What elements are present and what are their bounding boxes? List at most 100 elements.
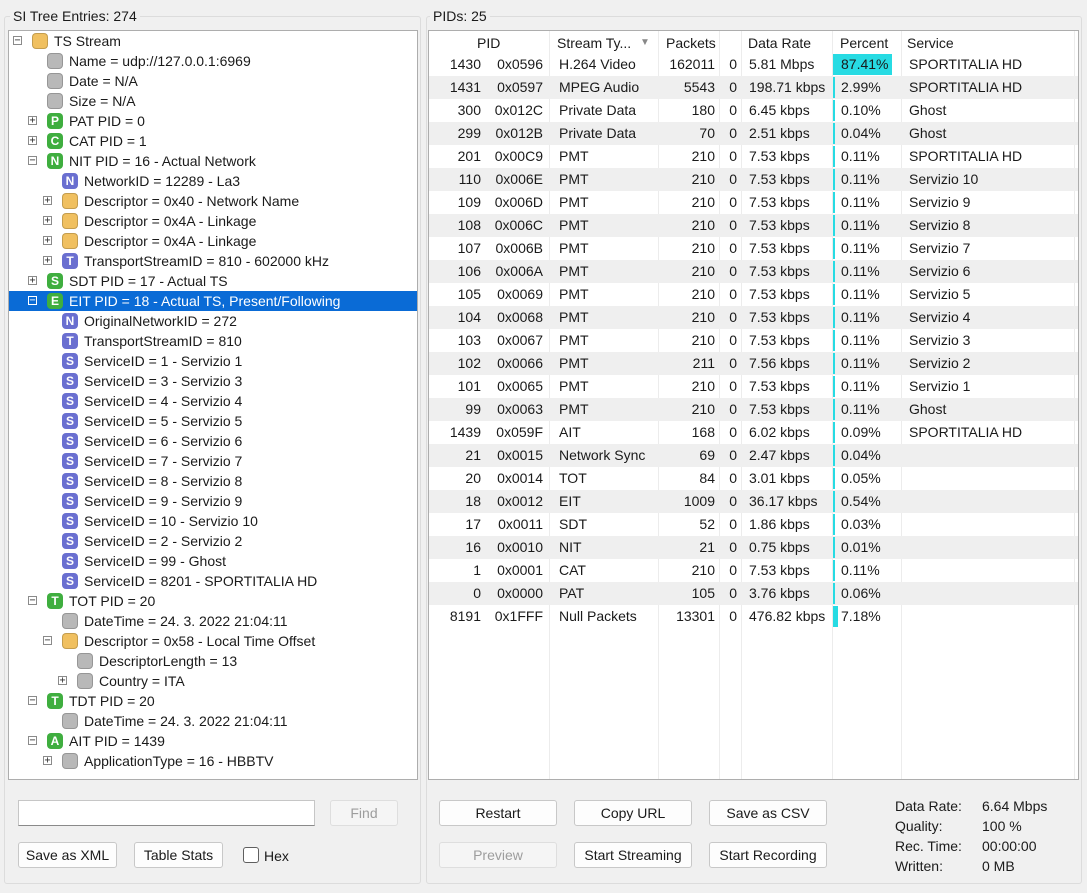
start-recording-button[interactable]: Start Recording — [709, 842, 827, 868]
expand-icon[interactable]: + — [43, 756, 52, 766]
table-row[interactable]: 201 0x00C9 PMT 210 0 7.53 kbps SPORTITALIA HD 0… — [429, 145, 1078, 168]
start-streaming-button[interactable]: Start Streaming — [574, 842, 692, 868]
expand-icon[interactable]: + — [43, 196, 52, 206]
expand-icon[interactable]: + — [43, 236, 52, 246]
collapse-icon[interactable]: − — [28, 696, 37, 706]
table-row[interactable]: 104 0x0068 PMT 210 0 7.53 kbps Servizio 4 0.11% — [429, 306, 1078, 329]
table-row[interactable]: 101 0x0065 PMT 210 0 7.53 kbps Servizio 1 0.11% — [429, 375, 1078, 398]
tree-node[interactable]: − E EIT PID = 18 - Actual TS, Present/Foll… — [9, 291, 417, 311]
tree-node[interactable]: N NetworkID = 12289 - La3 — [9, 171, 417, 191]
table-row[interactable]: 0 0x0000 PAT 105 0 3.76 kbps 0.06% — [429, 582, 1078, 605]
table-row[interactable]: 103 0x0067 PMT 210 0 7.53 kbps Servizio 3 0.11% — [429, 329, 1078, 352]
table-row[interactable]: 21 0x0015 Network Sync 69 0 2.47 kbps 0.04% — [429, 444, 1078, 467]
expand-icon[interactable]: + — [28, 116, 37, 126]
tree-node[interactable]: DateTime = 24. 3. 2022 21:04:11 — [9, 711, 417, 731]
tree-node[interactable]: S ServiceID = 9 - Servizio 9 — [9, 491, 417, 511]
tree-node[interactable]: − TS Stream — [9, 31, 417, 51]
tree-node[interactable]: S ServiceID = 3 - Servizio 3 — [9, 371, 417, 391]
tree-node[interactable]: DateTime = 24. 3. 2022 21:04:11 — [9, 611, 417, 631]
expand-icon[interactable]: + — [43, 216, 52, 226]
table-row[interactable]: 110 0x006E PMT 210 0 7.53 kbps Servizio 10 0.11… — [429, 168, 1078, 191]
cell-cc-errors: 0 — [729, 332, 737, 348]
table-row[interactable]: 105 0x0069 PMT 210 0 7.53 kbps Servizio 5 0.11% — [429, 283, 1078, 306]
table-row[interactable]: 102 0x0066 PMT 211 0 7.56 kbps Servizio 2 0.11% — [429, 352, 1078, 375]
tree-node[interactable]: S ServiceID = 99 - Ghost — [9, 551, 417, 571]
tree-node[interactable]: S ServiceID = 7 - Servizio 7 — [9, 451, 417, 471]
save-as-csv-button[interactable]: Save as CSV — [709, 800, 827, 826]
percent-text: 0.05% — [841, 470, 881, 486]
tree-node[interactable]: − Descriptor = 0x58 - Local Time Offset — [9, 631, 417, 651]
tree-node[interactable]: + P PAT PID = 0 — [9, 111, 417, 131]
tree-node[interactable]: T TransportStreamID = 810 — [9, 331, 417, 351]
hex-checkbox[interactable] — [243, 847, 259, 863]
table-row[interactable]: 108 0x006C PMT 210 0 7.53 kbps Servizio 8 0.11% — [429, 214, 1078, 237]
tree-node[interactable]: − N NIT PID = 16 - Actual Network — [9, 151, 417, 171]
table-stats-button[interactable]: Table Stats — [134, 842, 223, 868]
expand-icon[interactable]: + — [28, 136, 37, 146]
column-header-stream-type[interactable]: Stream Ty... — [557, 31, 637, 55]
expand-icon[interactable]: + — [28, 276, 37, 286]
tree-node[interactable]: + Descriptor = 0x4A - Linkage — [9, 211, 417, 231]
tree-node[interactable]: − A AIT PID = 1439 — [9, 731, 417, 751]
table-row[interactable]: 109 0x006D PMT 210 0 7.53 kbps Servizio 9 0.11% — [429, 191, 1078, 214]
column-header-data-rate[interactable]: Data Rate — [748, 31, 828, 55]
tree-node[interactable]: + C CAT PID = 1 — [9, 131, 417, 151]
tree-node[interactable]: S ServiceID = 6 - Servizio 6 — [9, 431, 417, 451]
table-row[interactable]: 17 0x0011 SDT 52 0 1.86 kbps 0.03% — [429, 513, 1078, 536]
tree-node[interactable]: + ApplicationType = 16 - HBBTV — [9, 751, 417, 771]
tree-node[interactable]: S ServiceID = 1 - Servizio 1 — [9, 351, 417, 371]
column-header-packets[interactable]: Packets — [666, 31, 718, 55]
preview-button[interactable]: Preview — [439, 842, 557, 868]
search-input[interactable] — [18, 800, 315, 826]
tree-node[interactable]: + T TransportStreamID = 810 - 602000 kHz — [9, 251, 417, 271]
tree-node[interactable]: S ServiceID = 4 - Servizio 4 — [9, 391, 417, 411]
table-row[interactable]: 1430 0x0596 H.264 Video 162011 0 5.81 Mbps SPO… — [429, 53, 1078, 76]
save-as-xml-button[interactable]: Save as XML — [18, 842, 117, 868]
column-header-pid[interactable]: PID — [477, 31, 537, 55]
column-header-service[interactable]: Service — [907, 31, 1007, 55]
tree-node[interactable]: + Descriptor = 0x4A - Linkage — [9, 231, 417, 251]
tree-node[interactable]: N OriginalNetworkID = 272 — [9, 311, 417, 331]
expand-icon[interactable]: + — [58, 676, 67, 686]
tree-node[interactable]: S ServiceID = 8201 - SPORTITALIA HD — [9, 571, 417, 591]
table-row[interactable]: 20 0x0014 TOT 84 0 3.01 kbps 0.05% — [429, 467, 1078, 490]
tree-node[interactable]: Size = N/A — [9, 91, 417, 111]
tree-node[interactable]: S ServiceID = 10 - Servizio 10 — [9, 511, 417, 531]
collapse-icon[interactable]: − — [28, 296, 37, 306]
table-row[interactable]: 1 0x0001 CAT 210 0 7.53 kbps 0.11% — [429, 559, 1078, 582]
tree-node[interactable]: S ServiceID = 2 - Servizio 2 — [9, 531, 417, 551]
column-header-percent[interactable]: Percent — [840, 31, 900, 55]
table-row[interactable]: 18 0x0012 EIT 1009 0 36.17 kbps 0.54% — [429, 490, 1078, 513]
table-row[interactable]: 107 0x006B PMT 210 0 7.53 kbps Servizio 7 0.11% — [429, 237, 1078, 260]
tree-node[interactable]: S ServiceID = 8 - Servizio 8 — [9, 471, 417, 491]
collapse-icon[interactable]: − — [43, 636, 52, 646]
tree-node[interactable]: Name = udp://127.0.0.1:6969 — [9, 51, 417, 71]
cell-data-rate: 476.82 kbps — [749, 608, 826, 624]
find-button[interactable]: Find — [330, 800, 398, 826]
collapse-icon[interactable]: − — [28, 156, 37, 166]
table-row[interactable]: 1431 0x0597 MPEG Audio 5543 0 198.71 kbps SPOR… — [429, 76, 1078, 99]
table-row[interactable]: 16 0x0010 NIT 21 0 0.75 kbps 0.01% — [429, 536, 1078, 559]
tree-node[interactable]: S ServiceID = 5 - Servizio 5 — [9, 411, 417, 431]
collapse-icon[interactable]: − — [28, 596, 37, 606]
table-row[interactable]: 106 0x006A PMT 210 0 7.53 kbps Servizio 6 0.11% — [429, 260, 1078, 283]
pid-table[interactable]: PID Stream Ty... ▼ Packets Data Rate Per… — [428, 30, 1079, 780]
table-row[interactable]: 99 0x0063 PMT 210 0 7.53 kbps Ghost 0.11% — [429, 398, 1078, 421]
collapse-icon[interactable]: − — [13, 36, 22, 46]
si-tree[interactable]: − TS Stream Name = udp://127.0.0.1:6969 Dat… — [8, 30, 418, 780]
table-row[interactable]: 8191 0x1FFF Null Packets 13301 0 476.82 kbps 7… — [429, 605, 1078, 628]
collapse-icon[interactable]: − — [28, 736, 37, 746]
copy-url-button[interactable]: Copy URL — [574, 800, 692, 826]
table-row[interactable]: 300 0x012C Private Data 180 0 6.45 kbps Ghost 0… — [429, 99, 1078, 122]
table-row[interactable]: 299 0x012B Private Data 70 0 2.51 kbps Ghost 0.… — [429, 122, 1078, 145]
expand-icon[interactable]: + — [43, 256, 52, 266]
restart-button[interactable]: Restart — [439, 800, 557, 826]
tree-node[interactable]: Date = N/A — [9, 71, 417, 91]
tree-node[interactable]: DescriptorLength = 13 — [9, 651, 417, 671]
tree-node[interactable]: − T TDT PID = 20 — [9, 691, 417, 711]
tree-node[interactable]: + Descriptor = 0x40 - Network Name — [9, 191, 417, 211]
tree-node[interactable]: + Country = ITA — [9, 671, 417, 691]
table-row[interactable]: 1439 0x059F AIT 168 0 6.02 kbps SPORTITALIA HD… — [429, 421, 1078, 444]
tree-node[interactable]: − T TOT PID = 20 — [9, 591, 417, 611]
tree-node[interactable]: + S SDT PID = 17 - Actual TS — [9, 271, 417, 291]
